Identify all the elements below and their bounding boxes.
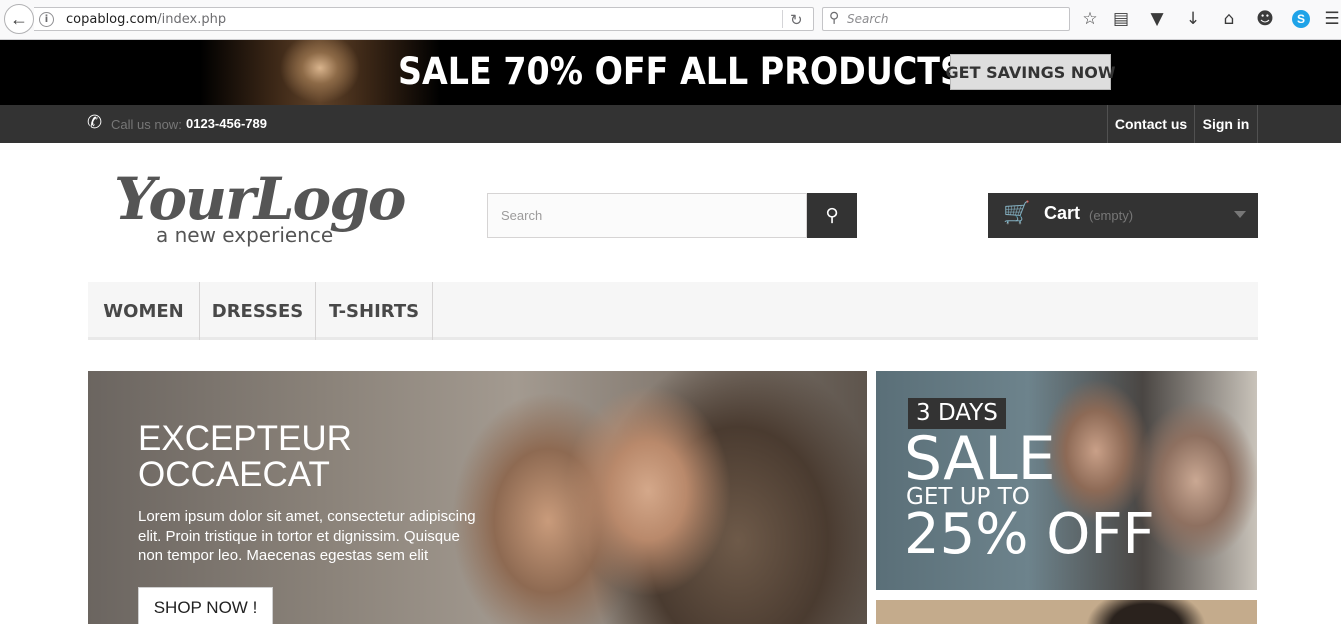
slide-description: Lorem ipsum dolor sit amet, consectetur … [138, 508, 476, 564]
back-arrow-icon[interactable]: ← [4, 4, 34, 34]
sale-banner[interactable]: 3 DAYS SALE GET UP TO 25% OFF [876, 371, 1257, 590]
promo-banner[interactable]: SALE 70% OFF ALL PRODUCTS GET SAVINGS NO… [0, 40, 1341, 105]
site-logo[interactable]: YourLogo a new experience [110, 165, 410, 250]
search-button[interactable]: ⚲ [807, 193, 857, 238]
top-nav-bar: ✆ Call us now: 0123-456-789 Contact us S… [0, 105, 1341, 143]
cart-button[interactable]: 🛒 Cart (empty) [988, 193, 1258, 238]
sale-heading: SALE [904, 424, 1056, 494]
contact-us-link[interactable]: Contact us [1107, 105, 1194, 143]
logo-tagline: a new experience [156, 223, 334, 247]
reload-icon[interactable]: ↻ [790, 11, 803, 29]
menu-item-t-shirts[interactable]: T-SHIRTS [316, 282, 433, 340]
address-bar[interactable]: i copablog.com/index.php ↻ [34, 7, 814, 31]
cart-quantity: (empty) [1089, 208, 1134, 223]
category-menu: WOMEN DRESSES T-SHIRTS [88, 282, 1258, 340]
get-savings-button[interactable]: GET SAVINGS NOW [946, 54, 1115, 90]
slide-title-line: EXCEPTEUR [138, 419, 352, 458]
sale-discount: 25% OFF [904, 502, 1155, 567]
cart-label: Cart [1044, 203, 1081, 223]
info-icon[interactable]: i [39, 12, 54, 27]
sign-in-link[interactable]: Sign in [1194, 105, 1257, 143]
phone-icon: ✆ [87, 112, 103, 133]
search-icon: ⚲ [825, 205, 839, 226]
url-text[interactable]: copablog.com/index.php [66, 12, 226, 27]
chevron-down-icon [1234, 211, 1246, 218]
download-icon[interactable]: ↓ [1182, 8, 1204, 30]
call-us-label: Call us now: [111, 117, 182, 132]
divider [1257, 105, 1258, 143]
url-host: copablog.com [66, 12, 158, 27]
menu-item-dresses[interactable]: DRESSES [200, 282, 316, 340]
menu-hamburger-icon[interactable]: ☰ [1321, 8, 1341, 30]
shop-now-button[interactable]: SHOP NOW ! [138, 587, 273, 624]
url-path: /index.php [157, 12, 227, 27]
menu-item-women[interactable]: WOMEN [88, 282, 200, 340]
bookmark-star-icon[interactable]: ☆ [1079, 8, 1101, 30]
bookmarks-list-icon[interactable]: ▤ [1110, 8, 1132, 30]
chat-icon[interactable]: ☻ [1254, 8, 1276, 30]
search-icon: ⚲ [829, 10, 840, 26]
phone-number: 0123-456-789 [186, 116, 267, 131]
promo-headline: SALE 70% OFF ALL PRODUCTS [398, 50, 964, 93]
secondary-banner[interactable] [876, 600, 1257, 624]
pocket-icon[interactable]: ▼ [1146, 8, 1168, 30]
browser-search-box[interactable]: ⚲ Search [822, 7, 1070, 31]
skype-icon[interactable]: S [1292, 10, 1310, 28]
cart-icon: 🛒 [1003, 201, 1031, 226]
slide-title-line: OCCAECAT [138, 455, 330, 494]
hero-slider[interactable]: EXCEPTEUR OCCAECAT Lorem ipsum dolor sit… [88, 371, 867, 624]
divider [782, 10, 783, 28]
site-search-input[interactable]: Search [487, 193, 807, 238]
slide-title: EXCEPTEUR OCCAECAT [138, 421, 352, 493]
browser-toolbar: ← i copablog.com/index.php ↻ ⚲ Search ☆ … [0, 0, 1341, 40]
browser-search-placeholder: Search [847, 12, 889, 26]
home-icon[interactable]: ⌂ [1218, 8, 1240, 30]
